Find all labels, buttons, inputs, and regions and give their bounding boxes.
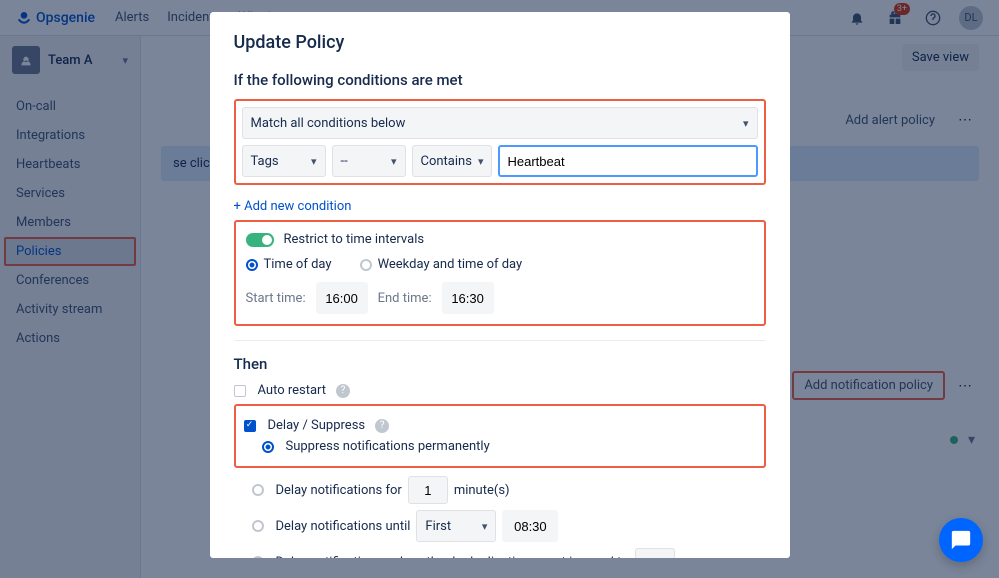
- help-icon[interactable]: ?: [336, 384, 350, 398]
- condition-value-input[interactable]: [498, 145, 758, 177]
- chevron-down-icon: ▾: [478, 155, 484, 168]
- chevron-down-icon: ▾: [743, 117, 749, 130]
- condition-op-select[interactable]: Contains▾: [412, 145, 492, 177]
- auto-restart-checkbox[interactable]: [234, 385, 246, 397]
- start-time-input[interactable]: [316, 282, 368, 314]
- delay-for-input[interactable]: [408, 476, 448, 504]
- suppress-perm-label: Suppress notifications permanently: [286, 439, 490, 454]
- auto-restart-label: Auto restart: [258, 383, 327, 398]
- condition-field-select[interactable]: Tags▾: [242, 145, 326, 177]
- weekday-time-radio[interactable]: Weekday and time of day: [360, 257, 523, 272]
- delay-for-radio[interactable]: [252, 484, 264, 496]
- delay-suppress-label: Delay / Suppress: [268, 418, 366, 433]
- delay-dedup-radio[interactable]: [252, 556, 264, 558]
- help-icon[interactable]: ?: [375, 419, 389, 433]
- conditions-box: Match all conditions below ▾ Tags▾ --▾ C…: [234, 99, 766, 185]
- end-time-input[interactable]: [442, 282, 494, 314]
- delay-until-radio[interactable]: [252, 520, 264, 532]
- delay-until-select[interactable]: First▾: [416, 510, 496, 542]
- condition-mid-select[interactable]: --▾: [332, 145, 406, 177]
- chevron-down-icon: ▾: [311, 155, 317, 168]
- restrict-toggle[interactable]: [246, 233, 274, 247]
- delay-suppress-checkbox[interactable]: [244, 420, 256, 432]
- conditions-heading: If the following conditions are met: [234, 71, 766, 89]
- then-heading: Then: [234, 355, 766, 373]
- time-restrict-box: Restrict to time intervals Time of day W…: [234, 220, 766, 326]
- restrict-label: Restrict to time intervals: [284, 232, 425, 247]
- chevron-down-icon: ▾: [391, 155, 397, 168]
- end-time-label: End time:: [378, 291, 432, 306]
- update-policy-modal: Update Policy If the following condition…: [210, 12, 790, 558]
- modal-overlay: Update Policy If the following condition…: [0, 0, 999, 578]
- add-condition-link[interactable]: + Add new condition: [234, 199, 352, 214]
- delay-dedup-input[interactable]: [635, 548, 675, 558]
- chat-bubble-icon[interactable]: [939, 518, 983, 562]
- suppress-perm-radio[interactable]: [262, 441, 274, 453]
- time-of-day-radio[interactable]: Time of day: [246, 257, 332, 272]
- modal-title: Update Policy: [234, 32, 766, 53]
- match-select[interactable]: Match all conditions below ▾: [242, 107, 758, 139]
- start-time-label: Start time:: [246, 291, 306, 306]
- delay-suppress-box: Delay / Suppress ? Suppress notification…: [234, 404, 766, 468]
- chevron-down-icon: ▾: [482, 520, 488, 533]
- delay-until-time-input[interactable]: [502, 510, 558, 542]
